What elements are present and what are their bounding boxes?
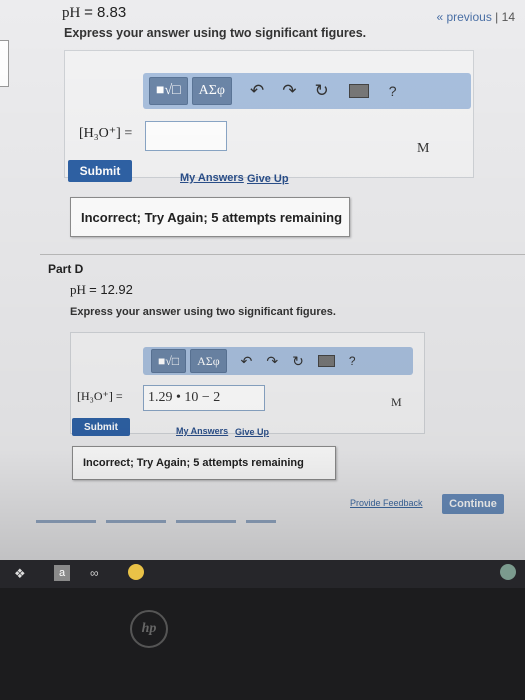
amazon-icon[interactable]: a (54, 565, 70, 581)
partd-give-up-link[interactable]: Give Up (235, 427, 269, 437)
partc-answer-input[interactable] (145, 121, 227, 151)
partd-answer-input[interactable]: 1.29 • 10 − 2 (143, 385, 265, 411)
redo-icon[interactable]: ↷ (266, 353, 278, 370)
matrix-template-button[interactable]: ■√□ (149, 77, 188, 105)
partc-ph-label: pH (62, 5, 81, 21)
matrix-template-button[interactable]: ■√□ (151, 349, 187, 373)
partc-ph-line: pH = 8.83 (62, 4, 126, 22)
reset-icon[interactable]: ↻ (292, 353, 304, 370)
help-icon[interactable]: ? (349, 354, 356, 368)
continue-button[interactable]: Continue (442, 494, 504, 514)
help-icon[interactable]: ? (389, 83, 397, 99)
bottom-nav-strip (36, 520, 276, 523)
partc-give-up-link[interactable]: Give Up (247, 173, 289, 185)
side-panel-edge (0, 40, 9, 87)
undo-icon[interactable]: ↶ (241, 353, 253, 370)
pager-separator: | (495, 10, 499, 24)
partd-submit-button[interactable]: Submit (72, 418, 130, 436)
partd-ph-value: = 12.92 (89, 282, 133, 297)
partc-instruction: Express your answer using two significan… (64, 26, 367, 40)
partc-unit: M (417, 141, 430, 156)
partc-my-answers-link[interactable]: My Answers (180, 172, 244, 184)
infinity-icon[interactable]: ∞ (90, 566, 99, 580)
partc-ph-value: = 8.83 (84, 4, 127, 21)
undo-icon[interactable]: ↶ (250, 81, 264, 101)
provide-feedback-link[interactable]: Provide Feedback (350, 498, 423, 508)
partd-h3o-label: [H₃O⁺] = (77, 389, 123, 403)
amazon-icon-label: a (58, 567, 66, 579)
browser-screen: « previous | 14 pH = 8.83 Express your a… (0, 0, 525, 560)
partd-feedback-message: Incorrect; Try Again; 5 attempts remaini… (72, 446, 336, 480)
keyboard-icon[interactable] (348, 84, 369, 98)
pager: « previous | 14 (436, 10, 515, 24)
partc-toolbar: ■√□ ΑΣφ ↶ ↷ ↻ ? (143, 73, 471, 109)
partc-answer-box: ■√□ ΑΣφ ↶ ↷ ↻ ? [H₃O⁺] = M (64, 50, 474, 178)
keyboard-icon[interactable] (317, 355, 335, 367)
dock-taskbar: ❖ a ∞ (0, 560, 525, 588)
partc-submit-button[interactable]: Submit (68, 160, 132, 182)
partd-my-answers-link[interactable]: My Answers (176, 426, 228, 436)
greek-symbols-button[interactable]: ΑΣφ (191, 77, 232, 105)
settings-icon[interactable] (500, 564, 516, 580)
partd-title: Part D (48, 262, 84, 276)
reset-icon[interactable]: ↻ (314, 81, 328, 101)
chrome-icon[interactable] (128, 564, 144, 580)
partd-ph-label: pH (70, 282, 86, 297)
hp-logo: hp (130, 610, 168, 648)
page-number: 14 (501, 10, 515, 24)
redo-icon[interactable]: ↷ (282, 81, 296, 101)
partc-feedback-message: Incorrect; Try Again; 5 attempts remaini… (70, 197, 350, 237)
partd-toolbar: ■√□ ΑΣφ ↶ ↷ ↻ ? (143, 347, 413, 375)
partd-unit: M (391, 395, 402, 409)
partd-instruction: Express your answer using two significan… (70, 306, 336, 318)
greek-symbols-button[interactable]: ΑΣφ (190, 349, 227, 373)
partd-ph-line: pH = 12.92 (70, 282, 133, 298)
previous-link[interactable]: « previous (436, 10, 491, 24)
partc-h3o-label: [H₃O⁺] = (79, 126, 133, 141)
part-divider (40, 254, 525, 255)
dropbox-icon[interactable]: ❖ (14, 566, 26, 582)
